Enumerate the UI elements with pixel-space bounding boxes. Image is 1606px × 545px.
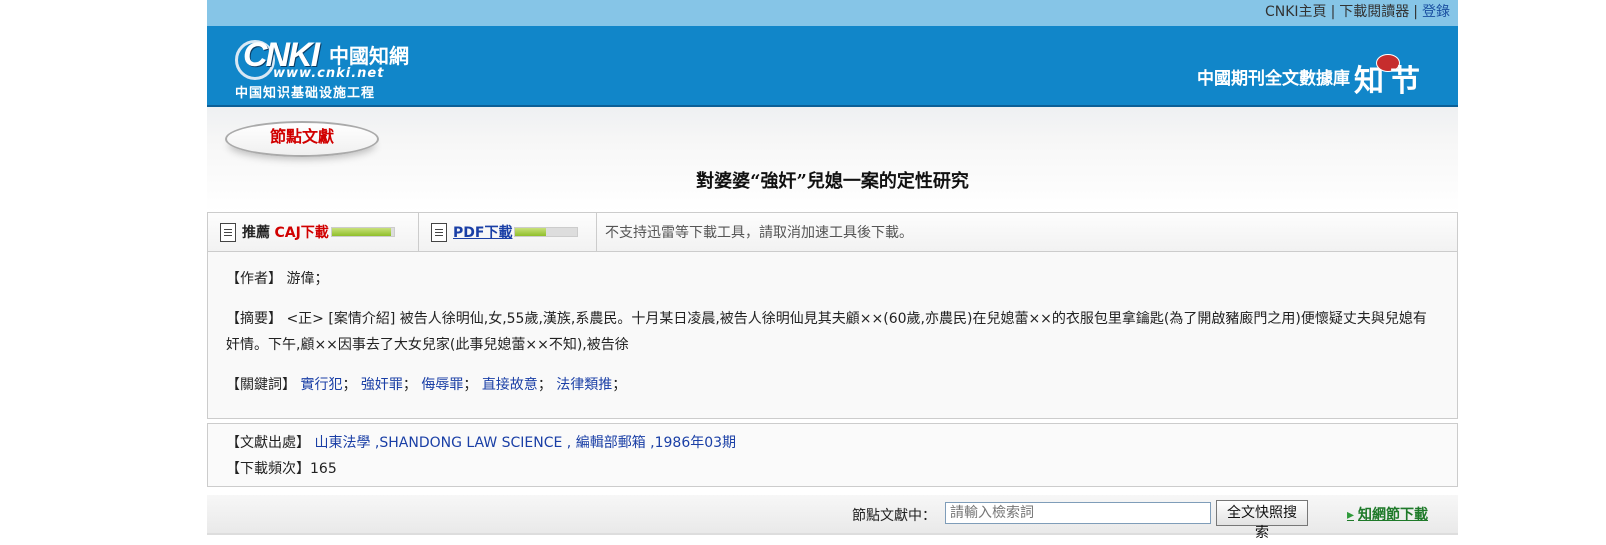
- source-label: 【文獻出處】: [226, 435, 310, 451]
- keywords-label: 【關鍵詞】: [226, 377, 296, 393]
- logo-subtitle: 中国知识基础设施工程: [235, 86, 376, 101]
- keyword-link[interactable]: 直接故意: [482, 377, 538, 393]
- nav-separator: |: [1330, 4, 1336, 20]
- keyword-separator: ；: [342, 377, 357, 393]
- caj-popularity-meter: [330, 227, 395, 237]
- reader-download-link[interactable]: 下載閱讀器: [1339, 4, 1409, 20]
- pdf-meter-fill: [515, 228, 547, 236]
- source-row: 【文獻出處】 山東法學 ,SHANDONG LAW SCIENCE , 編輯部郵…: [226, 430, 1439, 456]
- pdf-popularity-meter: [514, 227, 579, 237]
- node-download-link[interactable]: ▸ 知網節下載: [1347, 504, 1428, 524]
- caj-download-cell: 推薦 CAJ下載: [208, 213, 419, 251]
- pdf-download-cell: PDF下載: [419, 213, 597, 251]
- node-document-badge: 節點文獻: [225, 121, 379, 157]
- search-input[interactable]: [945, 502, 1211, 524]
- node-download-label: 知網節下載: [1358, 507, 1428, 523]
- login-link[interactable]: 登錄: [1422, 4, 1450, 20]
- keyword-link[interactable]: 法律類推: [556, 377, 612, 393]
- database-name: 中國期刊全文數據庫: [1197, 69, 1350, 89]
- download-count-row: 【下載頻次】165: [226, 456, 1439, 482]
- abstract-label: 【摘要】: [226, 311, 282, 327]
- download-count: 165: [310, 461, 337, 477]
- keywords-row: 【關鍵詞】 實行犯； 強奸罪； 侮辱罪； 直接故意； 法律類推；: [226, 372, 1439, 398]
- author-link[interactable]: 游偉；: [286, 271, 328, 287]
- arrow-right-icon: ▸: [1346, 507, 1354, 523]
- zhiwang-jie-logo: 知 节: [1354, 52, 1426, 99]
- author-label: 【作者】: [226, 271, 282, 287]
- fulltext-search-button[interactable]: 全文快照搜索: [1216, 500, 1308, 541]
- cnki-home-link[interactable]: CNKI主頁: [1265, 4, 1327, 20]
- page: CNKI主頁 | 下載閱讀器 | 登錄 CNKI 中國知網 www.cnki.net 中…: [207, 0, 1458, 545]
- top-nav: CNKI主頁 | 下載閱讀器 | 登錄: [207, 0, 1458, 26]
- cnki-logo[interactable]: CNKI 中國知網 www.cnki.net 中国知识基础设施工程: [233, 34, 409, 101]
- logo-brand-cn: 中國知網: [329, 44, 409, 68]
- download-note: 不支持迅雷等下載工具，請取消加速工具後下載。: [605, 225, 913, 241]
- article-metadata: 【作者】 游偉； 【摘要】 <正> [案情介紹] 被告人徐明仙,女,55歲,漢族…: [207, 252, 1458, 419]
- abstract-row: 【摘要】 <正> [案情介紹] 被告人徐明仙,女,55歲,漢族,系農民。十月某日…: [226, 306, 1439, 358]
- keyword-separator: ；: [612, 377, 627, 393]
- article-title: 對婆婆“強奸”兒媳一案的定性研究: [696, 171, 969, 192]
- download-count-label: 【下載頻次】: [226, 461, 310, 477]
- recommend-label: 推薦: [242, 225, 270, 241]
- keyword-link[interactable]: 侮辱罪: [421, 377, 463, 393]
- document-icon: [431, 222, 447, 242]
- pdf-download-link[interactable]: PDF下載: [453, 222, 512, 242]
- keyword-link[interactable]: 強奸罪: [361, 377, 403, 393]
- keyword-separator: ；: [402, 377, 417, 393]
- caj-download-link[interactable]: CAJ下載: [274, 222, 328, 242]
- keyword-separator: ；: [463, 377, 478, 393]
- document-icon: [220, 222, 236, 242]
- abstract-text: <正> [案情介紹] 被告人徐明仙,女,55歲,漢族,系農民。十月某日凌晨,被告…: [226, 311, 1427, 353]
- search-bar: 節點文獻中： 全文快照搜索 ▸知網節下載: [207, 495, 1458, 541]
- zhiwang-char: 节: [1390, 64, 1420, 99]
- search-label: 節點文獻中：: [852, 508, 936, 524]
- logo-url: www.cnki.net: [273, 66, 385, 81]
- author-row: 【作者】 游偉；: [226, 266, 1439, 292]
- keyword-link[interactable]: 實行犯: [300, 377, 342, 393]
- header-banner: CNKI 中國知網 www.cnki.net 中国知识基础设施工程 中國期刊全文…: [207, 26, 1458, 107]
- keyword-separator: ；: [537, 377, 552, 393]
- download-bar: 推薦 CAJ下載 PDF下載 不支持迅雷等下載工具，請取消加速工具後下載。: [207, 212, 1458, 252]
- source-box: 【文獻出處】 山東法學 ,SHANDONG LAW SCIENCE , 編輯部郵…: [207, 423, 1458, 487]
- source-link[interactable]: 山東法學 ,SHANDONG LAW SCIENCE , 編輯部郵箱 ,1986…: [314, 435, 736, 451]
- title-band: 節點文獻 對婆婆“強奸”兒媳一案的定性研究: [207, 107, 1458, 212]
- caj-meter-fill: [331, 228, 391, 236]
- nav-separator: |: [1413, 4, 1418, 20]
